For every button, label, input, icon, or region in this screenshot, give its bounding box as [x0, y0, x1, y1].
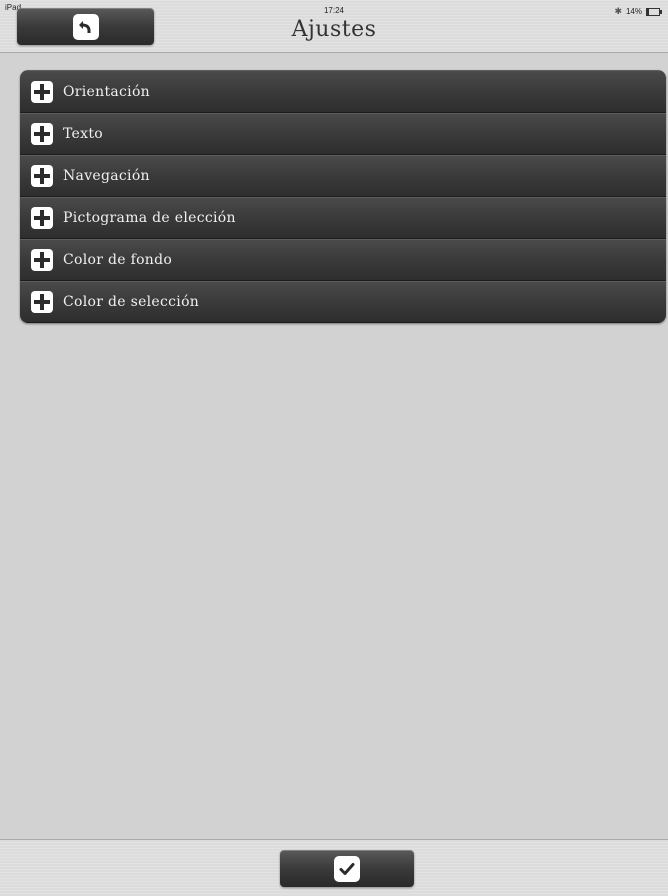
top-navigation-bar: iPad 17:24 ✱ 14% Ajustes	[0, 0, 668, 53]
settings-item-label: Color de selección	[63, 294, 200, 310]
settings-item-color-seleccion[interactable]: Color de selección	[20, 281, 666, 323]
plus-icon	[31, 80, 53, 103]
plus-icon	[31, 249, 53, 271]
plus-icon	[31, 291, 53, 313]
settings-item-orientacion[interactable]: Orientación	[20, 70, 666, 113]
bottom-toolbar	[0, 839, 668, 896]
plus-icon	[31, 165, 53, 187]
battery-icon	[646, 7, 662, 16]
battery-percentage: 14%	[625, 7, 642, 16]
settings-item-label: Pictograma de elección	[63, 210, 236, 226]
settings-item-navegacion[interactable]: Navegación	[20, 155, 666, 197]
checkmark-icon	[334, 855, 360, 882]
status-indicators: ✱ 14%	[614, 6, 662, 17]
settings-item-label: Orientación	[63, 83, 150, 100]
bluetooth-icon: ✱	[614, 6, 622, 16]
settings-item-pictograma[interactable]: Pictograma de elección	[20, 197, 666, 239]
settings-item-label: Navegación	[63, 168, 150, 184]
settings-item-color-fondo[interactable]: Color de fondo	[20, 239, 666, 281]
settings-item-label: Texto	[63, 126, 103, 142]
settings-item-texto[interactable]: Texto	[20, 113, 666, 155]
settings-screen: iPad 17:24 ✱ 14% Ajustes Orientación Tex…	[0, 0, 668, 896]
plus-icon	[31, 207, 53, 229]
page-title: Ajustes	[291, 17, 377, 42]
settings-list: Orientación Texto Navegación Pictograma …	[20, 70, 666, 323]
settings-item-label: Color de fondo	[63, 252, 173, 268]
confirm-button[interactable]	[280, 850, 414, 887]
plus-icon	[31, 123, 53, 145]
